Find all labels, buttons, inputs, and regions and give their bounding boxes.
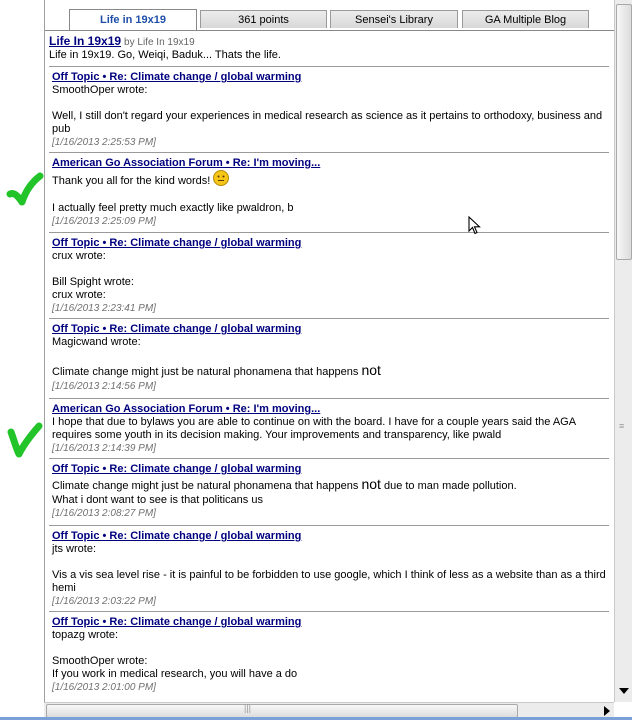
blog-tagline: Life in 19x19. Go, Weiqi, Baduk... Thats…: [49, 49, 281, 61]
entry-text: I actually feel pretty much exactly like…: [52, 202, 294, 214]
feed-panel: Life in 19x19 361 points Sensei's Librar…: [44, 0, 615, 702]
entry-timestamp: [1/16/2013 2:01:00 PM]: [52, 682, 156, 693]
entry-text-emphasis: not: [361, 362, 381, 378]
horizontal-scrollbar[interactable]: |||: [44, 702, 614, 718]
entry-title-link[interactable]: Off Topic • Re: Climate change / global …: [52, 70, 609, 84]
horizontal-scroll-thumb[interactable]: [46, 704, 518, 718]
scroll-right-arrow-icon[interactable]: [604, 706, 610, 716]
feed-entry: American Go Association Forum • Re: I'm …: [49, 398, 609, 458]
entry-timestamp: [1/16/2013 2:25:53 PM]: [52, 137, 156, 148]
blog-title-link[interactable]: Life In 19x19: [49, 34, 121, 48]
entry-text: Well, I still don't regard your experien…: [52, 110, 603, 135]
entry-title-link[interactable]: Off Topic • Re: Climate change / global …: [52, 529, 609, 543]
entry-text: I hope that due to bylaws you are able t…: [52, 416, 576, 441]
entry-text: What i dont want to see is that politica…: [52, 494, 263, 506]
entry-text: topazg wrote:: [52, 629, 119, 641]
tab-bar: Life in 19x19 361 points Sensei's Librar…: [45, 9, 615, 31]
entry-title-link[interactable]: Off Topic • Re: Climate change / global …: [52, 322, 609, 336]
entry-text-emphasis: not: [361, 476, 381, 492]
entry-title-link[interactable]: Off Topic • Re: Climate change / global …: [52, 462, 609, 476]
entry-title-link[interactable]: Off Topic • Re: Climate change / global …: [52, 615, 609, 629]
scroll-grip-icon: |||: [244, 703, 252, 713]
feed-entry: Off Topic • Re: Climate change / global …: [49, 66, 609, 152]
entry-title-link[interactable]: American Go Association Forum • Re: I'm …: [52, 402, 609, 416]
scroll-grip-icon: ≡: [619, 421, 625, 431]
tab-life-in-19x19[interactable]: Life in 19x19: [69, 9, 197, 30]
feed-entry: Off Topic • Re: Climate change / global …: [49, 318, 609, 398]
arrow-cursor-icon: [468, 216, 481, 235]
entry-text: SmoothOper wrote:: [52, 84, 148, 96]
entry-timestamp: [1/16/2013 2:14:39 PM]: [52, 443, 156, 454]
entry-title-link[interactable]: Off Topic • Re: Climate change / global …: [52, 236, 609, 250]
vertical-scrollbar[interactable]: ≡: [614, 0, 632, 702]
entry-text: Climate change might just be natural pho…: [52, 366, 359, 378]
left-margin: [0, 0, 44, 720]
green-check-icon: [6, 172, 44, 206]
scroll-down-arrow-icon[interactable]: [619, 688, 629, 694]
blog-byline: by Life In 19x19: [124, 37, 195, 48]
entry-text: Bill Spight wrote:: [52, 276, 134, 288]
entry-text: If you work in medical research, you wil…: [52, 668, 298, 680]
vertical-scroll-thumb[interactable]: [616, 4, 632, 260]
entry-text: crux wrote:: [52, 250, 106, 262]
entry-timestamp: [1/16/2013 2:25:09 PM]: [52, 216, 156, 227]
entry-text: Magicwand wrote:: [52, 336, 141, 348]
entry-text: Climate change might just be natural pho…: [52, 480, 359, 492]
feed-entry: Off Topic • Re: Climate change / global …: [49, 232, 609, 318]
feed-list: Off Topic • Re: Climate change / global …: [49, 66, 609, 697]
tab-361-points[interactable]: 361 points: [200, 10, 327, 28]
entry-timestamp: [1/16/2013 2:08:27 PM]: [52, 508, 156, 519]
feed-entry: Off Topic • Re: Climate change / global …: [49, 611, 609, 697]
entry-text: crux wrote:: [52, 289, 106, 301]
entry-timestamp: [1/16/2013 2:23:41 PM]: [52, 303, 156, 314]
tab-senseis-library[interactable]: Sensei's Library: [330, 10, 458, 28]
entry-text: SmoothOper wrote:: [52, 655, 148, 667]
entry-title-link[interactable]: American Go Association Forum • Re: I'm …: [52, 156, 609, 170]
green-check-icon: [7, 422, 43, 458]
entry-timestamp: [1/16/2013 2:14:56 PM]: [52, 381, 156, 392]
feed-entry: Off Topic • Re: Climate change / global …: [49, 525, 609, 611]
blog-header: Life In 19x19 by Life In 19x19: [49, 34, 195, 48]
entry-text: due to man made pollution.: [383, 480, 517, 492]
smiley-icon: [213, 170, 230, 186]
entry-text: jts wrote:: [52, 543, 97, 555]
entry-text: Thank you all for the kind words!: [52, 175, 211, 187]
tab-ga-multiple-blog[interactable]: GA Multiple Blog: [462, 10, 589, 28]
entry-timestamp: [1/16/2013 2:03:22 PM]: [52, 596, 156, 607]
entry-text: Vis a vis sea level rise - it is painful…: [52, 569, 606, 594]
feed-entry: American Go Association Forum • Re: I'm …: [49, 152, 609, 232]
feed-entry: Off Topic • Re: Climate change / global …: [49, 458, 609, 525]
